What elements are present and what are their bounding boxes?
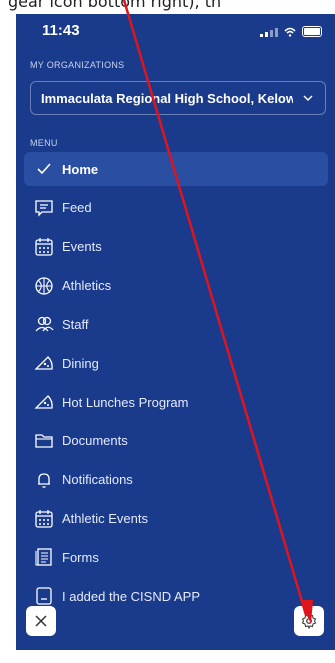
menu-list: Home Feed Events Athletics Staff Dining … bbox=[24, 152, 328, 618]
menu-item-cisnd-app[interactable]: I added the CISND APP bbox=[24, 579, 328, 613]
menu-item-hot-lunches[interactable]: Hot Lunches Program bbox=[24, 385, 328, 419]
menu-item-label: Documents bbox=[62, 433, 128, 449]
menu-item-documents[interactable]: Documents bbox=[24, 424, 328, 458]
close-icon bbox=[35, 615, 47, 627]
caption-strip: gear icon bottom right), th bbox=[0, 0, 335, 14]
menu-item-label: Hot Lunches Program bbox=[62, 394, 189, 410]
menu-item-staff[interactable]: Staff bbox=[24, 307, 328, 341]
menu-item-label: Events bbox=[62, 239, 102, 255]
basketball-icon bbox=[34, 276, 54, 296]
menu-item-notifications[interactable]: Notifications bbox=[24, 463, 328, 497]
menu-item-label: Athletic Events bbox=[62, 511, 148, 527]
menu-item-label: Feed bbox=[62, 200, 92, 216]
status-icons bbox=[260, 26, 322, 37]
calendar-icon bbox=[34, 237, 54, 257]
status-time: 11:43 bbox=[42, 22, 80, 39]
menu-item-label: Forms bbox=[62, 549, 99, 565]
caption-text: gear icon bottom right), th bbox=[8, 0, 222, 11]
organization-value: Immaculata Regional High School, Kelow bbox=[41, 90, 293, 106]
menu-item-athletics[interactable]: Athletics bbox=[24, 269, 328, 303]
menu-item-feed[interactable]: Feed bbox=[24, 191, 328, 225]
checkmark-icon bbox=[34, 159, 54, 179]
menu-item-dining[interactable]: Dining bbox=[24, 346, 328, 380]
gear-icon bbox=[301, 613, 317, 629]
menu-item-label: Dining bbox=[62, 355, 99, 371]
document-icon bbox=[34, 547, 54, 567]
menu-label: MENU bbox=[30, 138, 58, 148]
side-menu-panel: 11:43 MY ORGANIZATIONS Immaculata Region… bbox=[16, 14, 335, 650]
document-icon bbox=[34, 586, 54, 606]
menu-item-forms[interactable]: Forms bbox=[24, 540, 328, 574]
menu-item-label: I added the CISND APP bbox=[62, 588, 201, 604]
organization-select[interactable]: Immaculata Regional High School, Kelow bbox=[30, 81, 326, 115]
signal-icon bbox=[260, 27, 278, 37]
menu-item-label: Notifications bbox=[62, 472, 133, 488]
organizations-label: MY ORGANIZATIONS bbox=[30, 60, 125, 70]
menu-item-label: Athletics bbox=[62, 278, 112, 294]
wifi-icon bbox=[284, 27, 296, 37]
menu-item-athletic-events[interactable]: Athletic Events bbox=[24, 502, 328, 536]
bell-icon bbox=[34, 470, 54, 490]
calendar-icon bbox=[34, 509, 54, 529]
chevron-down-icon bbox=[303, 95, 313, 102]
settings-button[interactable] bbox=[294, 606, 324, 636]
pizza-icon bbox=[34, 392, 54, 412]
people-icon bbox=[34, 314, 54, 334]
chat-icon bbox=[34, 198, 54, 218]
battery-icon bbox=[302, 26, 322, 37]
menu-item-events[interactable]: Events bbox=[24, 230, 328, 264]
menu-item-label: Home bbox=[62, 161, 99, 177]
menu-item-label: Staff bbox=[62, 316, 89, 332]
menu-item-home[interactable]: Home bbox=[24, 152, 328, 186]
pizza-icon bbox=[34, 353, 54, 373]
close-button[interactable] bbox=[26, 606, 56, 636]
folder-icon bbox=[34, 431, 54, 451]
